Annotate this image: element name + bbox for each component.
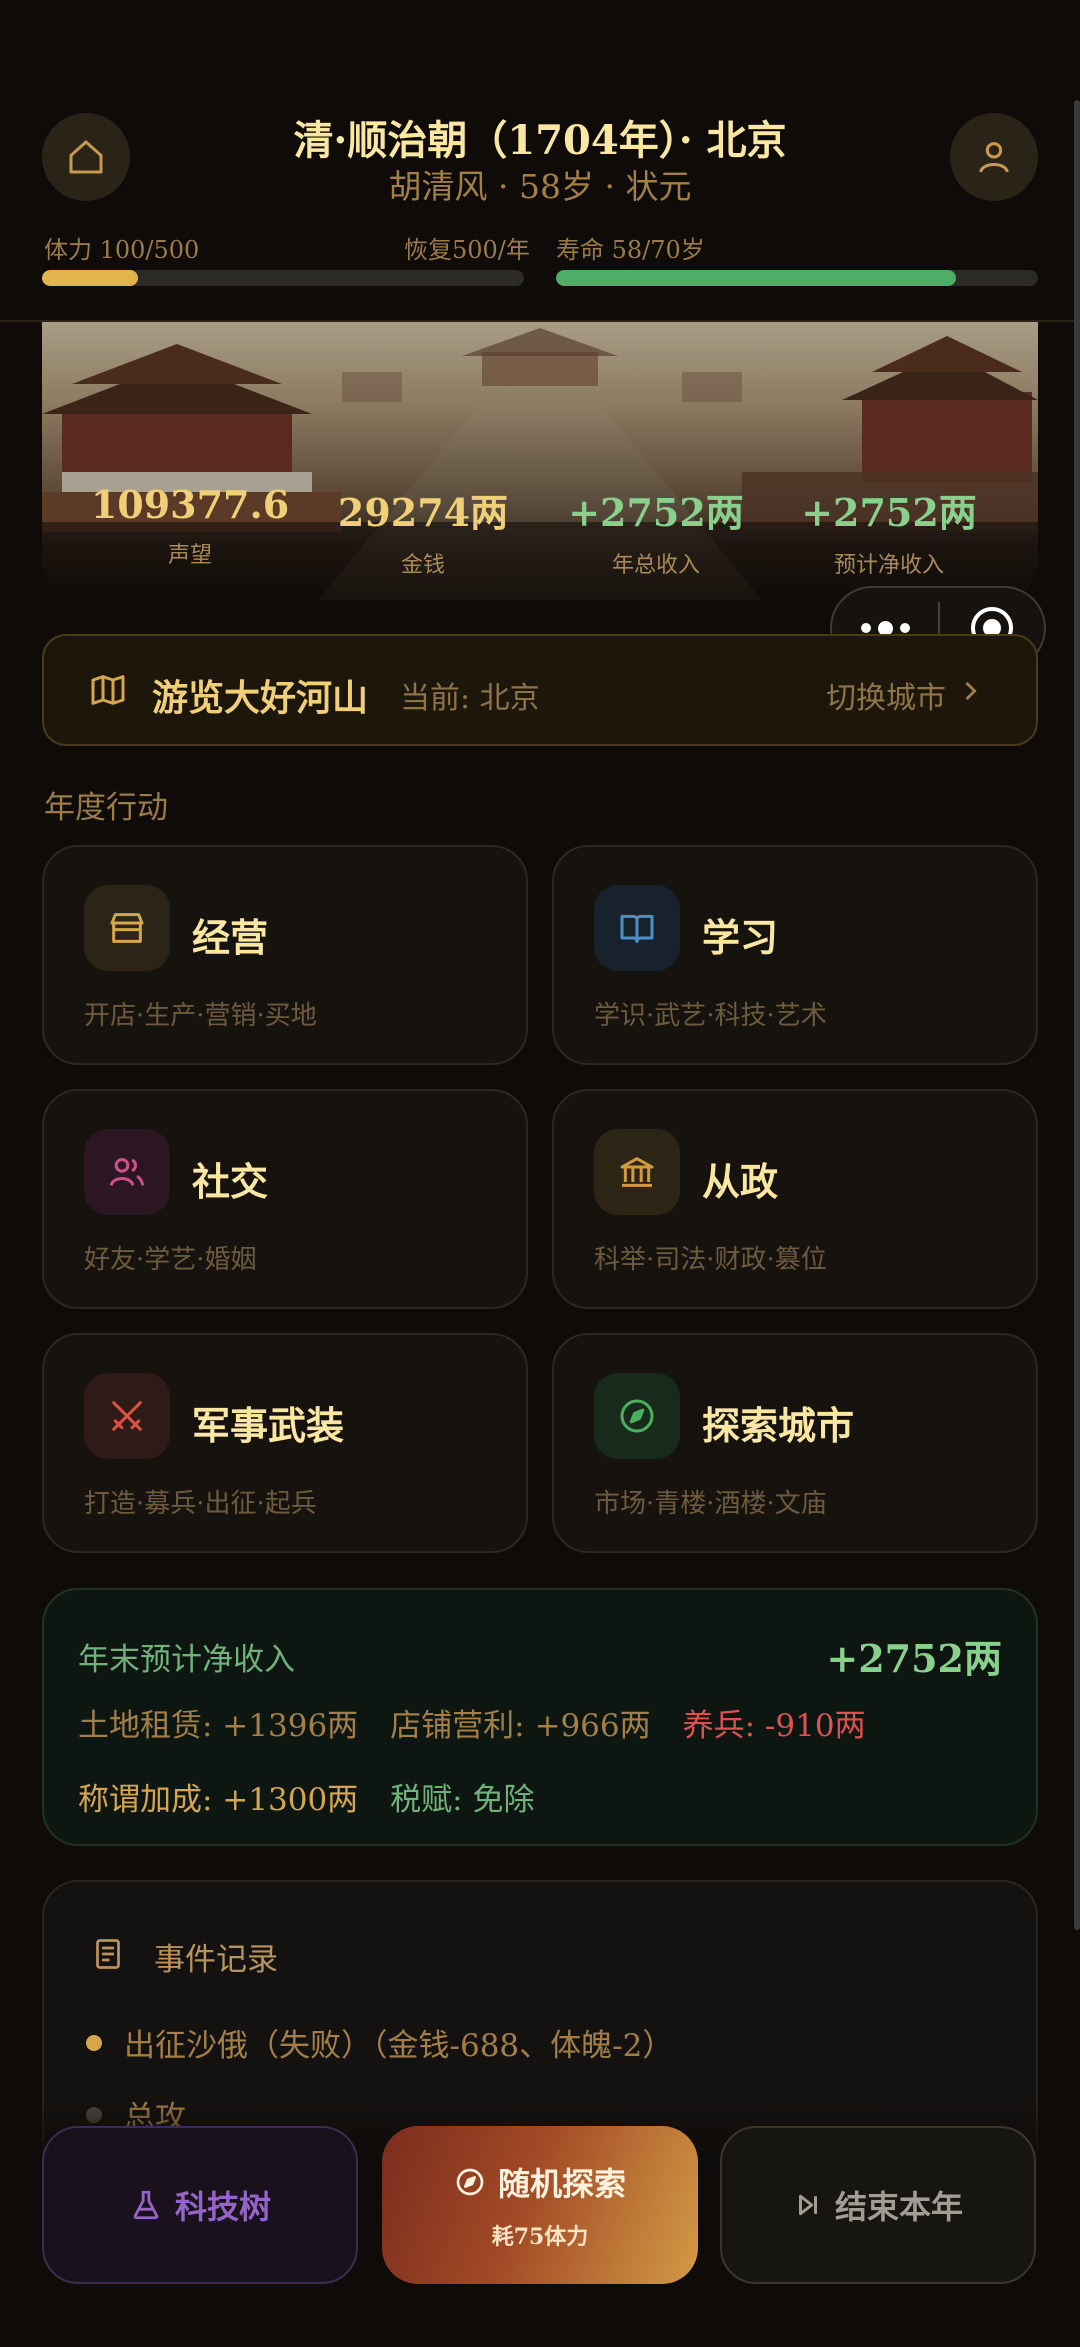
action-subtitle: 学识·武艺·科技·艺术 [594, 1001, 827, 1031]
business-icon-wrap [84, 885, 170, 971]
social-icon-wrap [84, 1129, 170, 1215]
character-summary: 胡清风 · 58岁 · 状元 [388, 167, 692, 206]
reputation-label: 声望 [167, 543, 212, 568]
random-explore-button[interactable]: 随机探索 耗75体力 [382, 2126, 698, 2284]
compass-icon [620, 1399, 654, 1433]
income-title: 年末预计净收入 [78, 1642, 295, 1678]
skip-forward-icon [798, 2194, 817, 2216]
action-card-social[interactable]: 社交 好友·学艺·婚姻 [42, 1089, 528, 1309]
land-rent: 土地租赁: +1396两 [78, 1708, 359, 1744]
annual-income-stat: +2752两 年总收入 [541, 482, 771, 579]
event-text: 出征沙俄（失败）（金钱-688、体魄-2） [124, 2028, 674, 2064]
action-subtitle: 开店·生产·营销·买地 [84, 1001, 317, 1031]
event-item: 出征沙俄（失败）（金钱-688、体魄-2） [86, 2020, 673, 2065]
income-summary: 年末预计净收入 +2752两 土地租赁: +1396两 店铺营利: +966两 养兵… [42, 1588, 1038, 1846]
net-income-label: 预计净收入 [833, 553, 944, 578]
travel-title: 游览大好河山 [152, 677, 369, 719]
study-icon-wrap [594, 885, 680, 971]
stamina-label: 体力 100/500 [44, 236, 200, 264]
switch-city-link[interactable]: 切换城市 [826, 673, 946, 717]
stamina-bar [42, 270, 524, 286]
action-subtitle: 打造·募兵·出征·起兵 [84, 1489, 317, 1519]
tech-tree-label: 科技树 [174, 2188, 271, 2226]
random-explore-row: 随机探索 [454, 2159, 626, 2205]
action-title: 经营 [192, 915, 269, 960]
city-banner: 109377.6 声望 29274两 金钱 +2752两 年总收入 +2752两… [42, 322, 1038, 600]
compass-icon [456, 2168, 484, 2196]
annual-actions-heading: 年度行动 [44, 790, 168, 826]
end-year-button[interactable]: 结束本年 [720, 2126, 1036, 2284]
user-icon [979, 142, 1009, 173]
action-title: 军事武装 [192, 1403, 345, 1448]
lifespan-bar [556, 270, 1038, 286]
event-bullet [86, 2034, 102, 2051]
money-value: 29274两 [337, 490, 509, 535]
current-city: 当前: 北京 [400, 681, 540, 716]
annual-income-value: +2752两 [568, 490, 744, 535]
document-icon [96, 1939, 120, 1969]
action-card-business[interactable]: 经营 开店·生产·营销·买地 [42, 845, 528, 1065]
swords-icon [112, 1401, 142, 1431]
flask-icon [133, 2190, 159, 2220]
stamina-bar-fill [42, 270, 139, 286]
shop-profit: 店铺营利: +966两 [390, 1708, 651, 1744]
net-income-stat: +2752两 预计净收入 [774, 482, 1004, 579]
travel-bar[interactable]: 游览大好河山 当前: 北京 切换城市 [42, 634, 1038, 746]
random-explore-label: 随机探索 [497, 2165, 626, 2203]
book-icon [620, 914, 654, 943]
profile-button[interactable] [950, 113, 1038, 201]
explore-icon-wrap [594, 1373, 680, 1459]
annual-income-label: 年总收入 [611, 553, 700, 578]
stamina-recovery: 恢复500/年 [404, 236, 530, 264]
money-label: 金钱 [400, 553, 445, 578]
action-card-study[interactable]: 学习 学识·武艺·科技·艺术 [552, 845, 1038, 1065]
top-header: 清·顺治朝（1704年）· 北京 胡清风 · 58岁 · 状元 体力 100/5… [0, 0, 1080, 322]
scrollbar[interactable] [1074, 100, 1080, 1930]
action-title: 探索城市 [702, 1403, 855, 1448]
reputation-value: 109377.6 [90, 482, 290, 527]
action-card-military[interactable]: 军事武装 打造·募兵·出征·起兵 [42, 1333, 528, 1553]
money-stat: 29274两 金钱 [308, 482, 538, 579]
income-row-2: 称谓加成: +1300两 税赋: 免除 [78, 1774, 566, 1819]
event-log-title: 事件记录 [154, 1942, 278, 1978]
action-title: 社交 [192, 1159, 269, 1204]
explore-cost: 耗75体力 [491, 2224, 589, 2250]
government-icon [620, 1157, 654, 1187]
chevron-right-icon [965, 681, 977, 701]
politics-icon-wrap [594, 1129, 680, 1215]
income-row-1: 土地租赁: +1396两 店铺营利: +966两 养兵: -910两 [78, 1700, 898, 1745]
action-card-politics[interactable]: 从政 科举·司法·财政·篡位 [552, 1089, 1038, 1309]
end-year-label: 结束本年 [834, 2188, 963, 2226]
military-icon-wrap [84, 1373, 170, 1459]
lifespan-label: 寿命 58/70岁 [556, 236, 705, 264]
action-title: 从政 [702, 1159, 779, 1204]
shop-icon [110, 913, 144, 943]
tech-tree-button[interactable]: 科技树 [42, 2126, 358, 2284]
action-subtitle: 好友·学艺·婚姻 [84, 1245, 257, 1275]
net-income-value: +2752两 [801, 490, 977, 535]
action-title: 学习 [702, 915, 779, 960]
action-subtitle: 市场·青楼·酒楼·文庙 [594, 1489, 827, 1519]
lifespan-bar-fill [556, 270, 956, 286]
title-bonus: 称谓加成: +1300两 [78, 1782, 359, 1818]
reputation-stat: 109377.6 声望 [75, 482, 305, 569]
action-subtitle: 科举·司法·财政·篡位 [594, 1245, 827, 1275]
troop-upkeep: 养兵: -910两 [682, 1708, 866, 1744]
users-icon [109, 1158, 145, 1186]
tax-status: 税赋: 免除 [390, 1782, 535, 1818]
income-total: +2752两 [826, 1636, 1002, 1681]
action-card-explore-city[interactable]: 探索城市 市场·青楼·酒楼·文庙 [552, 1333, 1038, 1553]
page-title: 清·顺治朝（1704年）· 北京 [293, 117, 787, 164]
map-icon [91, 675, 125, 705]
